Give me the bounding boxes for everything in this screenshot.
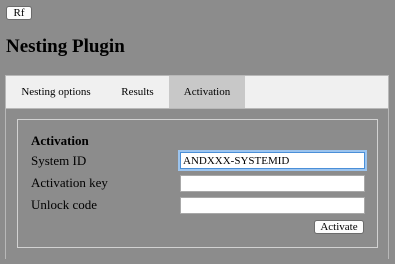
system-id-input[interactable]: [180, 152, 365, 169]
tab-results[interactable]: Results: [106, 76, 169, 108]
activation-fieldset: Activation System ID Activation key Unlo…: [17, 119, 378, 248]
activation-panel: Activation System ID Activation key Unlo…: [5, 109, 389, 259]
activation-heading: Activation: [31, 133, 89, 148]
unlock-code-label: Unlock code: [31, 197, 98, 212]
page-title: Nesting Plugin: [6, 36, 125, 57]
rf-button[interactable]: Rf: [6, 6, 32, 20]
activation-key-label: Activation key: [31, 175, 108, 190]
tab-bar: Nesting options Results Activation: [5, 75, 389, 109]
activation-key-input[interactable]: [180, 175, 365, 192]
system-id-label: System ID: [31, 153, 87, 168]
tab-nesting-options[interactable]: Nesting options: [6, 76, 106, 108]
tab-activation[interactable]: Activation: [169, 76, 245, 108]
activate-button[interactable]: Activate: [314, 220, 364, 234]
unlock-code-input[interactable]: [180, 197, 365, 214]
